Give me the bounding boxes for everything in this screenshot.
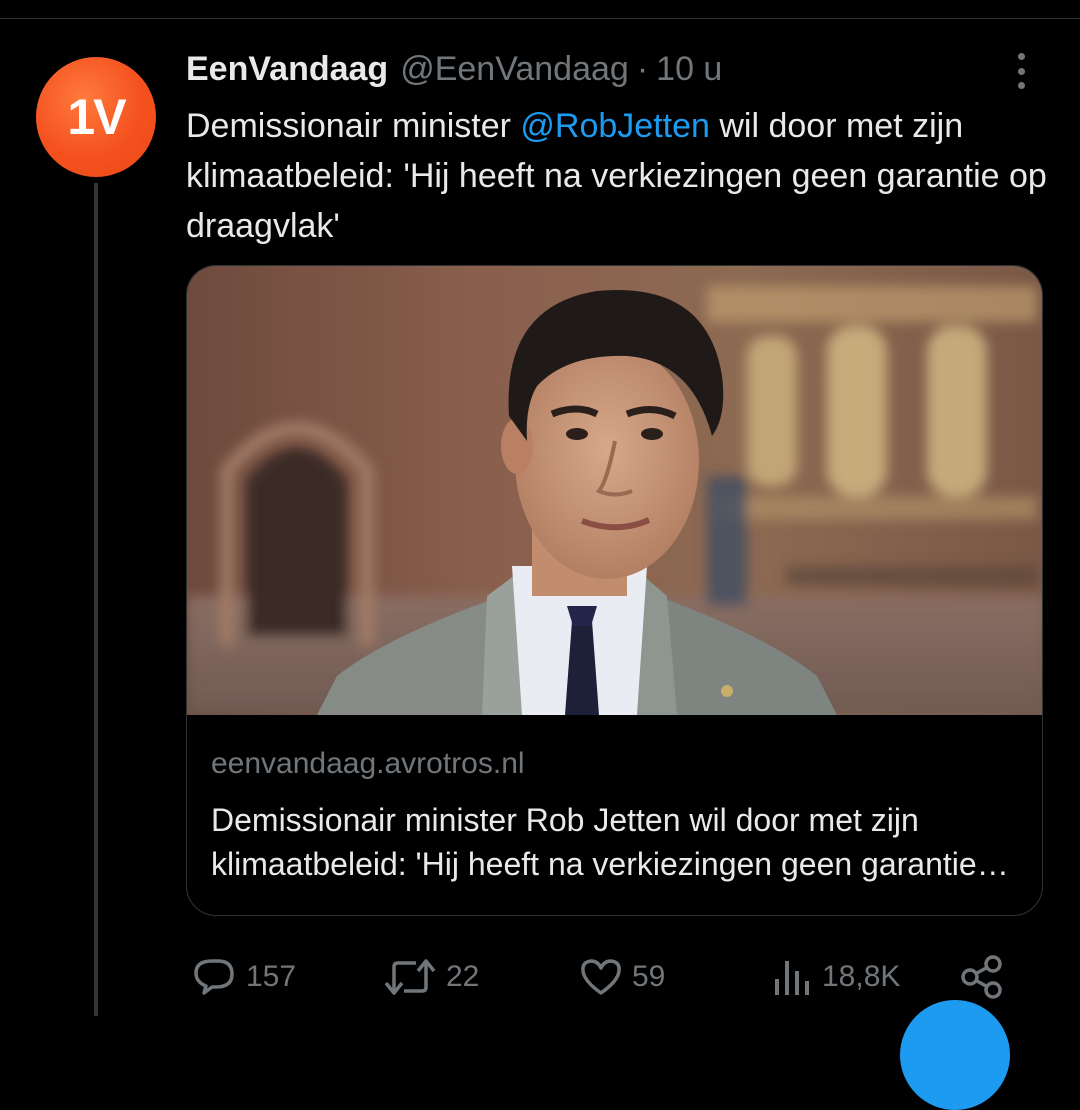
top-divider xyxy=(0,18,1080,19)
display-name[interactable]: EenVandaag xyxy=(186,50,388,89)
retweet-button[interactable]: 22 xyxy=(382,953,479,1001)
reply-count: 157 xyxy=(246,960,297,993)
timestamp[interactable]: 10 u xyxy=(656,50,722,89)
share-icon xyxy=(958,953,1006,1001)
like-icon xyxy=(578,955,624,999)
avatar-logo-text: 1V xyxy=(67,89,126,145)
avatar[interactable]: 1V xyxy=(36,57,156,177)
retweet-icon xyxy=(382,955,438,999)
reply-button[interactable]: 157 xyxy=(190,953,296,1001)
tweet-text-before: Demissionair minister xyxy=(186,107,521,145)
card-image xyxy=(187,266,1042,715)
separator-dot: · xyxy=(636,50,649,88)
card-title: Demissionair minister Rob Jetten wil doo… xyxy=(211,802,977,882)
views-count: 18,8K xyxy=(822,960,901,993)
more-icon[interactable] xyxy=(1008,49,1034,93)
card-domain: eenvandaag.avrotros.nl xyxy=(211,747,525,780)
tweet-header: EenVandaag @EenVandaag · 10 u xyxy=(186,50,722,94)
share-button[interactable] xyxy=(958,953,1006,1001)
link-card[interactable]: eenvandaag.avrotros.nl Demissionair mini… xyxy=(186,265,1043,916)
reply-icon xyxy=(190,955,238,999)
like-button[interactable]: 59 xyxy=(578,953,665,1001)
views-button[interactable]: 18,8K xyxy=(770,953,900,1001)
mention-link[interactable]: @RobJetten xyxy=(520,107,710,145)
user-handle[interactable]: @EenVandaag xyxy=(400,50,629,89)
compose-fab[interactable] xyxy=(900,1000,1010,1110)
tweet-text: Demissionair minister @RobJetten wil doo… xyxy=(186,101,1066,251)
like-count: 59 xyxy=(632,960,666,993)
retweet-count: 22 xyxy=(446,960,480,993)
thread-line xyxy=(94,183,98,1016)
views-icon xyxy=(770,955,814,999)
